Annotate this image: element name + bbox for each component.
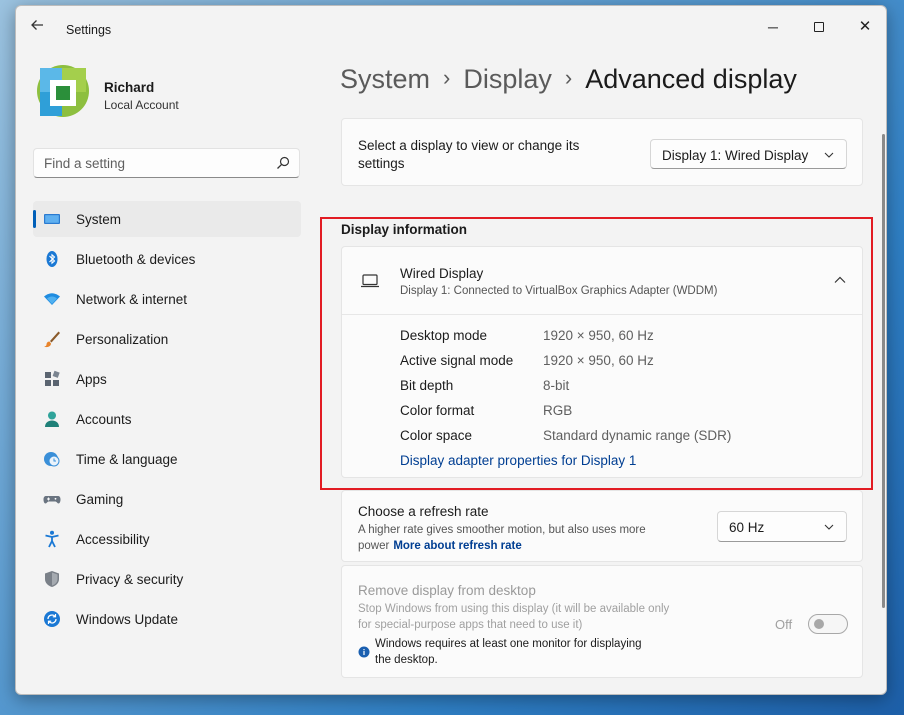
- refresh-rate-link[interactable]: More about refresh rate: [393, 540, 521, 552]
- brush-icon: [44, 331, 60, 348]
- remove-display-card: Remove display from desktop Stop Windows…: [341, 565, 863, 678]
- toggle-knob: [814, 619, 824, 629]
- windows-update-icon: [44, 611, 60, 627]
- user-name: Richard: [104, 80, 155, 95]
- back-arrow-icon[interactable]: [30, 18, 50, 38]
- system-icon: [44, 214, 60, 224]
- sidebar-item-windows-update[interactable]: Windows Update: [33, 601, 301, 637]
- chevron-down-icon: [824, 524, 834, 530]
- refresh-rate-value: 60 Hz: [729, 520, 765, 535]
- sidebar-item-personalization[interactable]: Personalization: [33, 321, 301, 357]
- highlight-frame: [320, 217, 873, 490]
- remove-display-note: Windows requires at least one monitor fo…: [375, 638, 642, 666]
- info-icon: [358, 646, 370, 658]
- close-button[interactable]: ✕: [842, 12, 886, 42]
- sidebar-item-accessibility[interactable]: Accessibility: [33, 521, 301, 557]
- sidebar-item-label: Bluetooth & devices: [76, 252, 196, 267]
- maximize-icon: [814, 22, 824, 32]
- sidebar-item-label: Accessibility: [76, 532, 150, 547]
- breadcrumb-separator: ›: [443, 65, 451, 90]
- maximize-button[interactable]: [796, 12, 842, 42]
- search-input[interactable]: [44, 154, 264, 172]
- sidebar-item-network[interactable]: Network & internet: [33, 281, 301, 317]
- minimize-button[interactable]: ─: [750, 12, 796, 42]
- display-dropdown[interactable]: Display 1: Wired Display: [650, 139, 847, 169]
- sidebar-item-label: Windows Update: [76, 612, 179, 627]
- sidebar-item-system[interactable]: System: [33, 201, 301, 237]
- sidebar-item-label: Personalization: [76, 332, 169, 347]
- title-bar: Settings ─ ✕: [16, 6, 886, 42]
- time-language-icon: [44, 452, 60, 467]
- sidebar-item-label: Network & internet: [76, 292, 188, 307]
- apps-icon: [45, 370, 60, 386]
- account-type: Local Account: [104, 98, 179, 112]
- refresh-rate-description: A higher rate gives smoother motion, but…: [358, 522, 678, 554]
- breadcrumb-display[interactable]: Display: [463, 64, 552, 94]
- remove-display-description: Stop Windows from using this display (it…: [358, 603, 670, 631]
- sidebar-nav: System Bluetooth & devices Network & int…: [33, 201, 301, 641]
- app-title: Settings: [66, 23, 112, 37]
- search-box[interactable]: [33, 148, 300, 178]
- sidebar-item-label: Gaming: [76, 492, 124, 507]
- page-title: Advanced display: [585, 64, 797, 94]
- sidebar-item-apps[interactable]: Apps: [33, 361, 301, 397]
- scrollbar[interactable]: [882, 134, 885, 608]
- sidebar-item-time-language[interactable]: Time & language: [33, 441, 301, 477]
- search-icon: [277, 156, 290, 169]
- accounts-icon: [45, 411, 59, 427]
- settings-window: Settings ─ ✕ Richard Local Account Syste…: [15, 5, 887, 695]
- remove-display-toggle[interactable]: [808, 614, 848, 634]
- chevron-down-icon: [824, 152, 834, 158]
- avatar: [37, 65, 89, 117]
- refresh-rate-card: Choose a refresh rate A higher rate give…: [341, 490, 863, 562]
- sidebar-item-label: Apps: [76, 372, 107, 387]
- breadcrumb-system[interactable]: System: [340, 64, 430, 94]
- refresh-rate-dropdown[interactable]: 60 Hz: [717, 511, 847, 542]
- gaming-icon: [43, 496, 61, 504]
- sidebar-item-label: System: [76, 212, 122, 227]
- select-display-label: Select a display to view or change its s…: [358, 138, 580, 171]
- remove-display-title: Remove display from desktop: [358, 583, 536, 598]
- sidebar-item-label: Privacy & security: [76, 572, 184, 587]
- refresh-rate-title: Choose a refresh rate: [358, 504, 489, 519]
- bluetooth-icon: [46, 251, 58, 267]
- breadcrumb-separator: ›: [564, 65, 573, 90]
- network-icon: [44, 293, 60, 305]
- sidebar-item-accounts[interactable]: Accounts: [33, 401, 301, 437]
- select-display-card: Select a display to view or change its s…: [341, 118, 863, 186]
- sidebar-item-privacy-security[interactable]: Privacy & security: [33, 561, 301, 597]
- sidebar-item-gaming[interactable]: Gaming: [33, 481, 301, 517]
- sidebar-item-label: Time & language: [76, 452, 178, 467]
- display-dropdown-value: Display 1: Wired Display: [662, 148, 809, 163]
- sidebar-item-label: Accounts: [76, 412, 132, 427]
- toggle-state-label: Off: [775, 617, 793, 632]
- shield-icon: [45, 571, 59, 587]
- sidebar-item-bluetooth[interactable]: Bluetooth & devices: [33, 241, 301, 277]
- accessibility-icon: [45, 530, 59, 548]
- breadcrumb: System › Display › Advanced display: [340, 64, 797, 95]
